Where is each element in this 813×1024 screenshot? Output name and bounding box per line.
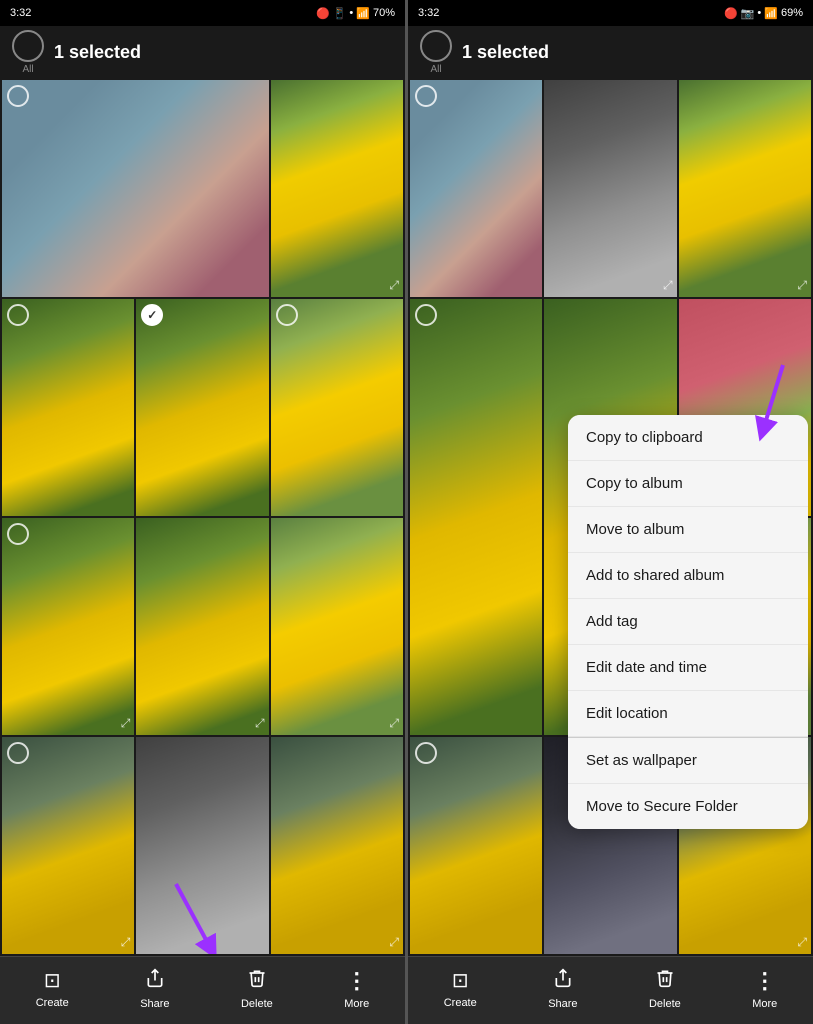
select-circle[interactable] <box>415 85 437 107</box>
selected-count-left: 1 selected <box>54 42 393 63</box>
create-button-left[interactable]: ⊡ Create <box>36 968 69 1009</box>
purple-arrow-right <box>728 355 808 445</box>
photo-cell[interactable] <box>136 737 268 954</box>
status-icons-left: 🔴 📱 • 📶 70% <box>316 7 395 20</box>
menu-edit-location[interactable]: Edit location <box>568 691 808 737</box>
photo-cell[interactable]: ⤢ <box>271 80 403 297</box>
expand-icon: ⤢ <box>663 278 673 293</box>
photo-cell[interactable] <box>136 299 268 516</box>
delete-button-left[interactable]: Delete <box>241 968 273 1010</box>
status-icons-right: 🔴 📷 • 📶 69% <box>724 7 803 20</box>
select-circle[interactable] <box>7 85 29 107</box>
photo-cell[interactable]: ⤢ <box>136 518 268 735</box>
bottom-bar-left: ⊡ Create Share Delete ⋮ More <box>0 956 405 1024</box>
photo-cell[interactable] <box>410 80 542 297</box>
menu-edit-date[interactable]: Edit date and time <box>568 645 808 691</box>
photo-cell[interactable] <box>271 299 403 516</box>
select-circle[interactable] <box>415 304 437 326</box>
status-bar-left: 3:32 🔴 📱 • 📶 70% <box>0 0 405 26</box>
all-selector-left[interactable] <box>12 30 44 62</box>
purple-arrow-left <box>166 879 226 954</box>
more-button-left[interactable]: ⋮ More <box>344 968 369 1010</box>
expand-icon: ⤢ <box>255 716 265 731</box>
delete-icon <box>247 968 267 994</box>
delete-icon-right <box>655 968 675 994</box>
select-circle[interactable] <box>7 523 29 545</box>
expand-icon: ⤢ <box>121 935 131 950</box>
expand-icon: ⤢ <box>389 278 399 293</box>
menu-add-shared[interactable]: Add to shared album <box>568 553 808 599</box>
expand-icon: ⤢ <box>389 935 399 950</box>
header-left: All 1 selected <box>0 26 405 78</box>
expand-icon: ⤢ <box>389 716 399 731</box>
create-icon-right: ⊡ <box>452 968 469 993</box>
menu-secure-folder[interactable]: Move to Secure Folder <box>568 784 808 829</box>
select-circle[interactable] <box>415 742 437 764</box>
context-menu: Copy to clipboard Copy to album Move to … <box>568 415 808 829</box>
photo-grid-left: ⤢ ⤢ ⤢ ⤢ <box>0 78 405 956</box>
select-circle[interactable] <box>7 742 29 764</box>
photo-cell[interactable]: ⤢ <box>271 737 403 954</box>
photo-cell[interactable] <box>410 737 542 954</box>
photo-cell[interactable] <box>2 80 269 297</box>
photo-cell[interactable]: ⤢ <box>2 737 134 954</box>
expand-icon: ⤢ <box>797 278 807 293</box>
time-left: 3:32 <box>10 7 31 19</box>
photo-cell[interactable] <box>410 299 542 735</box>
all-selector-right[interactable] <box>420 30 452 62</box>
more-button-right[interactable]: ⋮ More <box>752 968 777 1010</box>
expand-icon: ⤢ <box>121 716 131 731</box>
left-phone-panel: 3:32 🔴 📱 • 📶 70% All 1 selected ⤢ <box>0 0 405 1024</box>
header-right: All 1 selected <box>408 26 813 78</box>
menu-set-wallpaper[interactable]: Set as wallpaper <box>568 737 808 784</box>
photo-cell[interactable] <box>2 299 134 516</box>
share-button-right[interactable]: Share <box>548 968 577 1010</box>
share-button-left[interactable]: Share <box>140 968 169 1010</box>
bottom-bar-right: ⊡ Create Share Delete ⋮ More <box>408 956 813 1024</box>
menu-add-tag[interactable]: Add tag <box>568 599 808 645</box>
right-phone-panel: 3:32 🔴 📷 • 📶 69% All 1 selected ⤢ ⤢ <box>408 0 813 1024</box>
status-bar-right: 3:32 🔴 📷 • 📶 69% <box>408 0 813 26</box>
time-right: 3:32 <box>418 7 439 19</box>
expand-icon: ⤢ <box>797 935 807 950</box>
share-icon <box>145 968 165 994</box>
photo-cell[interactable]: ⤢ <box>2 518 134 735</box>
photo-cell[interactable]: ⤢ <box>544 80 676 297</box>
create-icon: ⊡ <box>44 968 61 993</box>
share-icon-right <box>553 968 573 994</box>
photo-cell[interactable]: ⤢ <box>271 518 403 735</box>
create-button-right[interactable]: ⊡ Create <box>444 968 477 1009</box>
delete-button-right[interactable]: Delete <box>649 968 681 1010</box>
more-icon-right: ⋮ <box>754 968 776 994</box>
photo-cell[interactable]: ⤢ <box>679 80 811 297</box>
selected-count-right: 1 selected <box>462 42 801 63</box>
menu-move-album[interactable]: Move to album <box>568 507 808 553</box>
more-icon: ⋮ <box>346 968 368 994</box>
select-circle[interactable] <box>276 304 298 326</box>
select-circle[interactable] <box>7 304 29 326</box>
menu-copy-album[interactable]: Copy to album <box>568 461 808 507</box>
